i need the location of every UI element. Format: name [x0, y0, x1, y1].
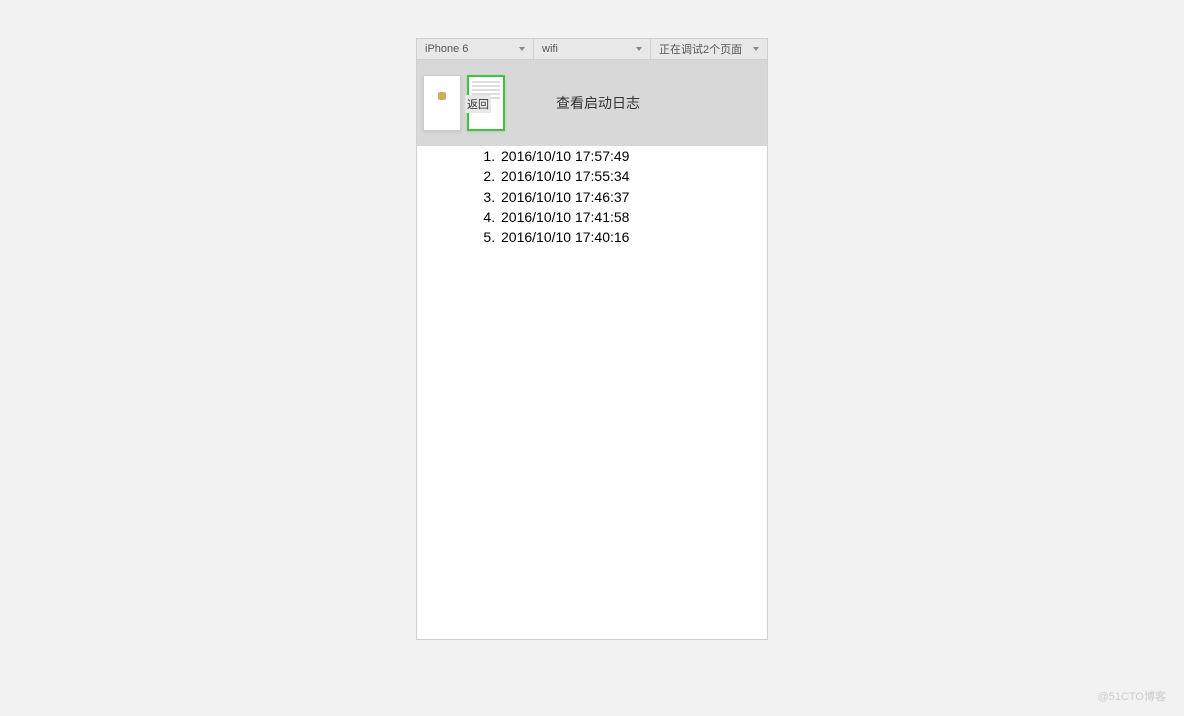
chevron-down-icon	[636, 47, 642, 51]
list-item: 2016/10/10 17:57:49	[499, 146, 767, 166]
page-thumbnail-1[interactable]	[423, 75, 461, 131]
simulator-window: iPhone 6 wifi 正在调试2个页面 返回 查看启动日志	[416, 38, 768, 640]
chevron-down-icon	[519, 47, 525, 51]
list-item: 2016/10/10 17:46:37	[499, 187, 767, 207]
debug-pages-selector[interactable]: 正在调试2个页面	[651, 39, 767, 59]
page-content: 2016/10/10 17:57:49 2016/10/10 17:55:34 …	[416, 146, 768, 640]
list-item: 2016/10/10 17:40:16	[499, 227, 767, 247]
page-preview-bar: 返回 查看启动日志	[416, 60, 768, 146]
thumbnail-icon	[438, 92, 446, 100]
watermark: @51CTO博客	[1098, 688, 1166, 704]
list-item: 2016/10/10 17:41:58	[499, 207, 767, 227]
network-label: wifi	[542, 43, 558, 55]
debug-status-label: 正在调试2个页面	[659, 41, 742, 57]
device-label: iPhone 6	[425, 43, 468, 55]
back-label: 返回	[465, 95, 491, 113]
chevron-down-icon	[753, 47, 759, 51]
log-list: 2016/10/10 17:57:49 2016/10/10 17:55:34 …	[499, 146, 767, 247]
toolbar: iPhone 6 wifi 正在调试2个页面	[416, 38, 768, 60]
device-selector[interactable]: iPhone 6	[417, 39, 534, 59]
network-selector[interactable]: wifi	[534, 39, 651, 59]
list-item: 2016/10/10 17:55:34	[499, 166, 767, 186]
